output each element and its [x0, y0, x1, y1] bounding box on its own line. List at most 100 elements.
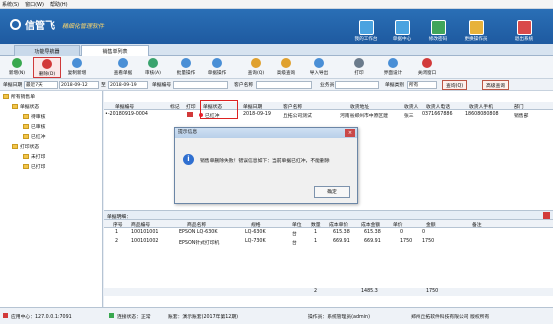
nav-document-center[interactable]: 单据中心 — [385, 12, 419, 42]
query-button[interactable]: 查询(Q) — [242, 57, 270, 78]
logo-icon — [10, 19, 21, 30]
document-icon — [394, 20, 410, 35]
nav-switch-operator[interactable]: 更换操作员 — [459, 12, 493, 42]
tab-home[interactable]: 功能导航器 — [14, 45, 80, 56]
customer-input[interactable] — [256, 81, 312, 89]
sidebar-tree: 所有销售单 单据状态 待审核 已审核 已红冲 打印状态 未打印 已打印 — [0, 91, 103, 307]
status-highlight — [200, 100, 238, 119]
user-icon — [468, 20, 484, 35]
tree-print-group[interactable]: 打印状态 — [12, 143, 39, 150]
layout-design-button[interactable]: 界面设计 — [379, 57, 407, 78]
close-window-button[interactable]: 关闭窗口 — [413, 57, 441, 78]
clerk-label: 业务员 — [320, 83, 335, 88]
menu-help[interactable]: 帮助(H) — [50, 1, 68, 8]
customer-label: 客户名称 — [234, 83, 254, 88]
advanced-query-button[interactable]: 高级查询 — [272, 57, 300, 78]
nav-workbench[interactable]: 我的工作台 — [349, 12, 383, 42]
grid-header: 单据编号 标记 打印 单据状态 单据日期 客户名称 收货地址 收货人 收货人电话… — [104, 102, 553, 110]
tree-audited[interactable]: 已审核 — [23, 123, 45, 130]
tree-red[interactable]: 已红冲 — [23, 133, 45, 140]
tree-unprinted[interactable]: 未打印 — [23, 153, 45, 160]
server-status: 应用中心：127.0.0.1:7091 — [11, 315, 72, 320]
delete-button[interactable]: 删除(D) — [33, 57, 61, 78]
tab-sales-list[interactable]: 销售单列表 — [81, 45, 149, 56]
dialog-close-icon[interactable]: × — [345, 129, 355, 137]
close-icon[interactable] — [543, 212, 550, 219]
dialog-ok-button[interactable]: 确定 — [314, 186, 350, 198]
folder-icon — [23, 124, 29, 129]
advanced-query-small-button[interactable]: 高级查询 — [482, 80, 510, 90]
import-icon — [314, 58, 324, 68]
tree-printed[interactable]: 已打印 — [23, 163, 45, 170]
copy-icon — [72, 58, 82, 68]
folder-icon — [12, 104, 18, 109]
date-label: 单据日期 — [3, 83, 23, 88]
batch-button[interactable]: 批量操作 — [172, 57, 200, 78]
folder-icon — [23, 154, 29, 159]
tab-bar: 功能导航器 销售单列表 — [0, 44, 553, 56]
new-button[interactable]: 新增(N) — [3, 57, 31, 78]
nav-change-password[interactable]: 修改密码 — [421, 12, 455, 42]
menu-window[interactable]: 窗口(W) — [25, 1, 44, 8]
detail-title: 单据明细： — [107, 215, 131, 220]
dialog-message: 销售单删除失败！错误信息如下：当前单据已红冲，不能删除 — [200, 159, 330, 164]
folder-icon — [23, 134, 29, 139]
tree-status-group[interactable]: 单据状态 — [12, 103, 39, 110]
copy-new-button[interactable]: 复制新增 — [63, 57, 91, 78]
power-icon — [516, 20, 532, 35]
menu-system[interactable]: 系统(S) — [2, 1, 19, 8]
printer-icon — [354, 58, 364, 68]
check-icon — [148, 58, 158, 68]
audit-button[interactable]: 审核(A) — [139, 57, 167, 78]
detail-panel-header: 单据明细： — [104, 210, 553, 220]
monitor-icon — [358, 20, 374, 35]
lock-icon — [187, 112, 193, 117]
to-label: 至 — [101, 83, 106, 88]
print-button[interactable]: 打印 — [345, 57, 373, 78]
document-ops-button[interactable]: 单据操作 — [203, 57, 231, 78]
detail-header: 序号 商品编号 商品名称 规格 单位 数量 成本单价 成本金额 单价 金额 备注 — [104, 220, 553, 228]
close-icon — [422, 58, 432, 68]
detail-grid: 序号 商品编号 商品名称 规格 单位 数量 成本单价 成本金额 单价 金额 备注… — [104, 220, 553, 307]
folder-icon — [12, 144, 18, 149]
type-label: 单据类别 — [385, 83, 405, 88]
doc-no-label: 单据编号 — [152, 83, 172, 88]
date-from-input[interactable]: 2018-09-12 — [59, 81, 99, 89]
connection-status: 连接状态：正常 — [117, 315, 151, 320]
totals-row: 2 1485.3 1750 — [104, 288, 553, 296]
table-row[interactable]: 2 100101002 EPSON针式打印机 LQ-730K 台 1 669.9… — [104, 238, 553, 246]
import-export-button[interactable]: 导入导出 — [305, 57, 333, 78]
dialog-title: 提示信息 — [175, 128, 357, 138]
status-bar: 应用中心：127.0.0.1:7091 连接状态：正常 账套：演示账套(2017… — [0, 307, 553, 324]
folder-icon — [23, 114, 29, 119]
operations-icon — [212, 58, 222, 68]
tree-pending[interactable]: 待审核 — [23, 113, 45, 120]
company-copyright: 郑州丘拓软件科技有限公司 版权所有 — [411, 315, 490, 320]
menu-bar: 系统(S) 窗口(W) 帮助(H) — [0, 0, 553, 9]
tree-root[interactable]: 所有销售单 — [3, 93, 35, 100]
doc-no-input[interactable] — [173, 81, 228, 89]
server-icon — [3, 313, 8, 318]
info-icon: i — [183, 154, 194, 165]
type-select[interactable]: 所有 — [407, 81, 437, 89]
filter-icon — [281, 58, 291, 68]
table-row[interactable]: 1 100101001 EPSON LQ-630K LQ-630K 台 1 61… — [104, 229, 553, 237]
operator-status: 操作员：系统管理员(admin) — [308, 315, 370, 320]
nav-exit[interactable]: 退出系统 — [507, 12, 541, 42]
view-document-button[interactable]: 查看单据 — [109, 57, 137, 78]
date-to-input[interactable]: 2018-09-19 — [108, 81, 148, 89]
brand-tagline: 精细化管理软件 — [62, 23, 105, 30]
toolbar: 新增(N) 删除(D) 复制新增 查看单据 审核(A) 批量操作 单据操作 查询… — [0, 56, 553, 79]
view-icon — [118, 58, 128, 68]
table-row[interactable]: •-20180919-0004 已红冲 2018-09-19 丘拓公司测试 河南… — [104, 111, 553, 119]
plus-icon — [12, 58, 22, 68]
query-small-button[interactable]: 查询(Q) — [442, 80, 468, 90]
batch-icon — [181, 58, 191, 68]
clerk-input[interactable] — [335, 81, 379, 89]
layout-icon — [388, 58, 398, 68]
key-icon — [430, 20, 446, 35]
brand-name: 信管飞 — [25, 21, 55, 32]
account-status: 账套：演示账套(2017年第12期) — [168, 315, 239, 320]
date-range-select[interactable]: 最近7天 — [24, 81, 58, 89]
delete-icon — [42, 59, 52, 69]
